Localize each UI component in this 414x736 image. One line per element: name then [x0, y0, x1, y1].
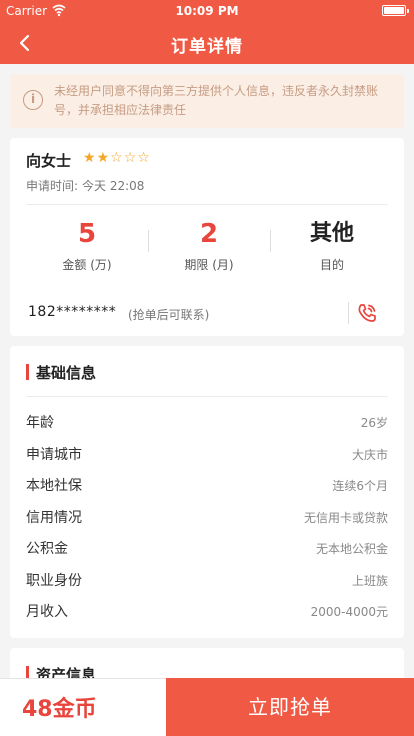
stat-term-value: 2: [199, 219, 219, 249]
info-key: 申请城市: [26, 446, 82, 463]
star-empty-icon: ☆: [123, 150, 138, 166]
star-filled-icon: ★: [96, 150, 111, 166]
asset-info-title: 资产信息: [26, 664, 96, 678]
divider: [26, 396, 388, 397]
status-time: 10:09 PM: [175, 4, 239, 18]
star-empty-icon: ☆: [110, 150, 124, 166]
info-value: 2000-4000元: [310, 605, 388, 619]
stat-purpose: 其他 目的: [272, 218, 392, 273]
info-value: 上班族: [351, 573, 388, 588]
info-value: 连续6个月: [332, 479, 388, 493]
phone-call-icon[interactable]: [356, 302, 378, 324]
basic-info-title: 基础信息: [26, 362, 96, 383]
basic-info-list: 年龄 26岁 申请城市 大庆市 本地社保 连续6个月 信用情况 无信用卡或贷款 …: [26, 408, 388, 629]
phone-number: 182********: [28, 304, 117, 320]
status-bar: Carrier 10:09 PM: [0, 0, 414, 22]
stat-purpose-label: 目的: [319, 258, 344, 272]
stat-term: 2 期限 (月): [149, 218, 269, 273]
apply-time: 申请时间: 今天 22:08: [26, 177, 144, 194]
stat-amount-value: 5: [77, 219, 97, 249]
apply-time-value: 今天 22:08: [82, 179, 145, 193]
apply-time-label: 申请时间:: [26, 179, 79, 193]
privacy-notice: i 未经用户同意不得向第三方提供个人信息，违反者永久封禁账号，并承担相应法律责任: [10, 74, 404, 128]
stat-term-label: 期限 (月): [184, 258, 234, 272]
user-card: 向女士 ★★☆☆☆ 申请时间: 今天 22:08 5 金额 (万) 2 期限 (月…: [10, 138, 404, 336]
battery-icon: [382, 5, 409, 16]
info-value: 无信用卡或贷款: [303, 510, 388, 525]
star-empty-icon: ☆: [137, 150, 151, 166]
info-key: 信用情况: [26, 509, 82, 526]
info-row-social-security: 本地社保 连续6个月: [26, 471, 388, 503]
info-key: 年龄: [26, 415, 54, 431]
nav-bar: 订单详情: [0, 22, 414, 64]
info-row-occupation: 职业身份 上班族: [26, 566, 388, 598]
info-icon: i: [23, 90, 43, 110]
grab-order-button[interactable]: 立即抢单: [166, 678, 414, 736]
phone-hint: (抢单后可联系): [128, 308, 210, 322]
info-row-age: 年龄 26岁: [26, 408, 388, 440]
notice-text: 未经用户同意不得向第三方提供个人信息，违反者永久封禁账号，并承担相应法律责任: [54, 84, 379, 117]
info-key: 职业身份: [26, 572, 82, 589]
info-row-income: 月收入 2000-4000元: [26, 597, 388, 629]
asset-info-card: 资产信息: [10, 648, 404, 678]
info-key: 本地社保: [26, 478, 82, 494]
content-scroll[interactable]: i 未经用户同意不得向第三方提供个人信息，违反者永久封禁账号，并承担相应法律责任…: [0, 64, 414, 678]
coin-price: 48金币: [22, 697, 97, 722]
stat-amount-label: 金额 (万): [62, 258, 112, 272]
info-row-credit: 信用情况 无信用卡或贷款: [26, 503, 388, 535]
info-key: 公积金: [26, 541, 68, 557]
bottom-bar: 48金币 立即抢单: [0, 678, 414, 736]
star-filled-icon: ★: [83, 150, 97, 166]
info-row-housing-fund: 公积金 无本地公积金: [26, 534, 388, 566]
stat-purpose-value: 其他: [309, 221, 354, 246]
info-row-city: 申请城市 大庆市: [26, 440, 388, 472]
stat-amount: 5 金额 (万): [27, 218, 147, 273]
rating-stars: ★★☆☆☆: [83, 150, 151, 166]
info-key: 月收入: [26, 604, 68, 620]
info-value: 大庆市: [351, 447, 388, 462]
user-name: 向女士: [26, 152, 72, 170]
page-title: 订单详情: [171, 37, 243, 57]
basic-info-card: 基础信息 年龄 26岁 申请城市 大庆市 本地社保 连续6个月 信用情况 无信用…: [10, 346, 404, 638]
divider: [348, 302, 349, 324]
info-value: 26岁: [360, 416, 388, 430]
divider: [270, 230, 271, 252]
divider: [26, 204, 388, 205]
info-value: 无本地公积金: [315, 542, 388, 556]
